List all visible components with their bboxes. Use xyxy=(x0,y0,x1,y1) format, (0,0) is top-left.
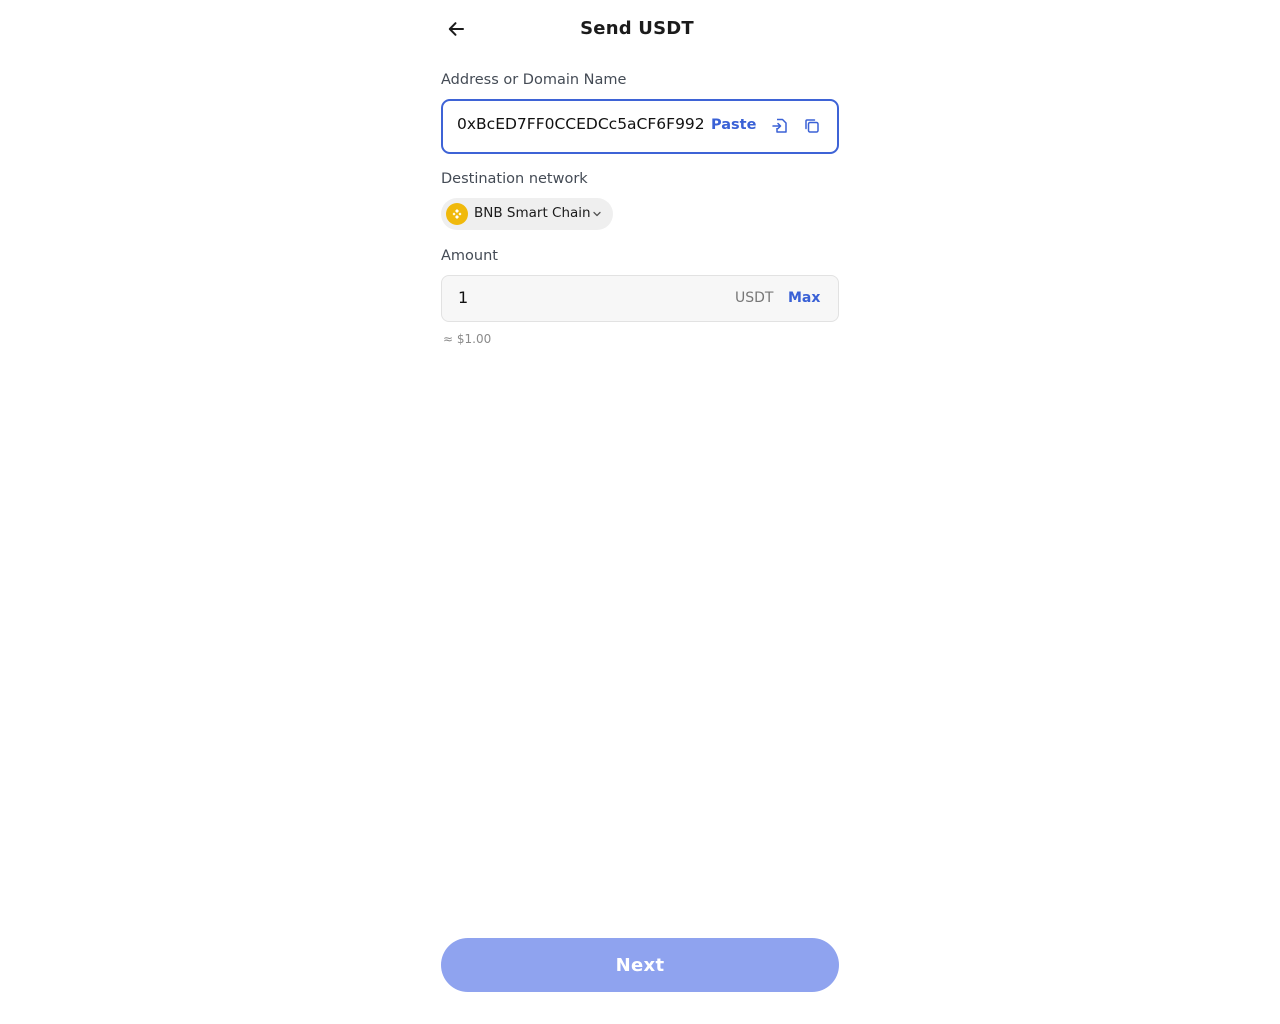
bnb-logo-icon xyxy=(446,203,468,225)
max-button[interactable]: Max xyxy=(788,290,820,306)
address-value[interactable]: 0xBcED7FF0CCEDCc5aCF6F992 xyxy=(457,115,705,133)
paste-file-icon[interactable] xyxy=(770,116,790,136)
chevron-down-icon xyxy=(593,211,601,217)
network-label: Destination network xyxy=(441,171,588,187)
amount-input[interactable]: 1 USDT Max xyxy=(441,275,839,322)
header: Send USDT xyxy=(441,8,839,50)
page-title: Send USDT xyxy=(580,18,694,39)
copy-icon[interactable] xyxy=(802,116,822,136)
paste-button[interactable]: Paste xyxy=(711,117,756,133)
network-name: BNB Smart Chain xyxy=(474,205,591,221)
amount-label: Amount xyxy=(441,248,498,264)
send-page: Send USDT Address or Domain Name 0xBcED7… xyxy=(0,0,1280,1024)
network-selector[interactable]: BNB Smart Chain xyxy=(441,198,613,230)
fiat-estimate: ≈ $1.00 xyxy=(443,332,492,346)
amount-unit: USDT xyxy=(735,290,774,306)
address-input[interactable]: 0xBcED7FF0CCEDCc5aCF6F992 Paste xyxy=(441,99,839,154)
address-label: Address or Domain Name xyxy=(441,72,627,88)
send-form-column: Send USDT Address or Domain Name 0xBcED7… xyxy=(441,0,839,1024)
next-button[interactable]: Next xyxy=(441,938,839,992)
amount-value[interactable]: 1 xyxy=(458,288,468,307)
